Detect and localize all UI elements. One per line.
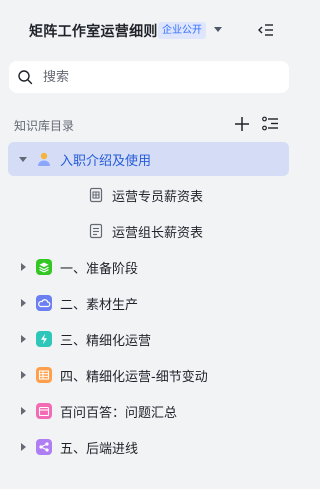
table-doc-icon	[88, 187, 104, 203]
tree-item[interactable]: 五、后端进线	[8, 430, 289, 464]
collapse-sidebar-icon[interactable]	[257, 21, 275, 39]
doc-icon	[88, 223, 104, 239]
tree-item[interactable]: 运营组长薪资表	[8, 214, 289, 248]
tree-item[interactable]: 运营专员薪资表	[8, 178, 289, 212]
tree-item[interactable]: 二、素材生产	[8, 286, 289, 320]
chevron-down-icon[interactable]	[214, 27, 222, 32]
tree-item-label: 一、准备阶段	[60, 262, 139, 277]
share-nodes-icon	[36, 439, 52, 455]
visibility-badge: 企业公开	[158, 22, 206, 39]
layers-icon	[36, 259, 52, 275]
kb-header: 矩阵工作室运营细则 企业公开	[0, 0, 297, 60]
caret-right-icon[interactable]	[21, 407, 26, 415]
tree-item-selected[interactable]: 入职介绍及使用	[8, 142, 289, 176]
tree-item[interactable]: 四、精细化运营-细节变动	[8, 358, 289, 392]
cloud-icon	[36, 295, 52, 311]
knowledge-base-title[interactable]: 矩阵工作室运营细则	[29, 21, 158, 41]
tree-item-label: 二、素材生产	[60, 298, 139, 313]
tree-item-label: 四、精细化运营-细节变动	[60, 370, 208, 385]
tree-item[interactable]: 三、精细化运营	[8, 322, 289, 356]
tree-item[interactable]: 一、准备阶段	[8, 250, 289, 284]
caret-right-icon[interactable]	[21, 443, 26, 451]
tree-item-label: 运营专员薪资表	[112, 190, 204, 205]
caret-down-icon[interactable]	[19, 157, 27, 162]
tree-item-label: 运营组长薪资表	[112, 226, 204, 241]
list-options-icon[interactable]	[262, 116, 279, 132]
caret-right-icon[interactable]	[21, 263, 26, 271]
caret-right-icon[interactable]	[21, 299, 26, 307]
search-box[interactable]	[9, 61, 289, 93]
tree-item-label: 三、精细化运营	[60, 334, 152, 349]
search-icon	[17, 69, 33, 85]
caret-right-icon[interactable]	[21, 335, 26, 343]
caret-right-icon[interactable]	[21, 371, 26, 379]
tree-item[interactable]: 百问百答：问题汇总	[8, 394, 289, 428]
search-input[interactable]	[43, 61, 273, 93]
plus-icon[interactable]	[234, 116, 250, 132]
directory-label: 知识库目录	[14, 119, 75, 133]
tree-item-label: 五、后端进线	[60, 442, 139, 457]
person-avatar-icon	[36, 151, 52, 167]
tree-item-label: 入职介绍及使用	[60, 154, 152, 169]
lightning-icon	[36, 331, 52, 347]
calendar-icon	[36, 403, 52, 419]
tree-item-label: 百问百答：问题汇总	[60, 406, 178, 421]
table-icon	[36, 367, 52, 383]
